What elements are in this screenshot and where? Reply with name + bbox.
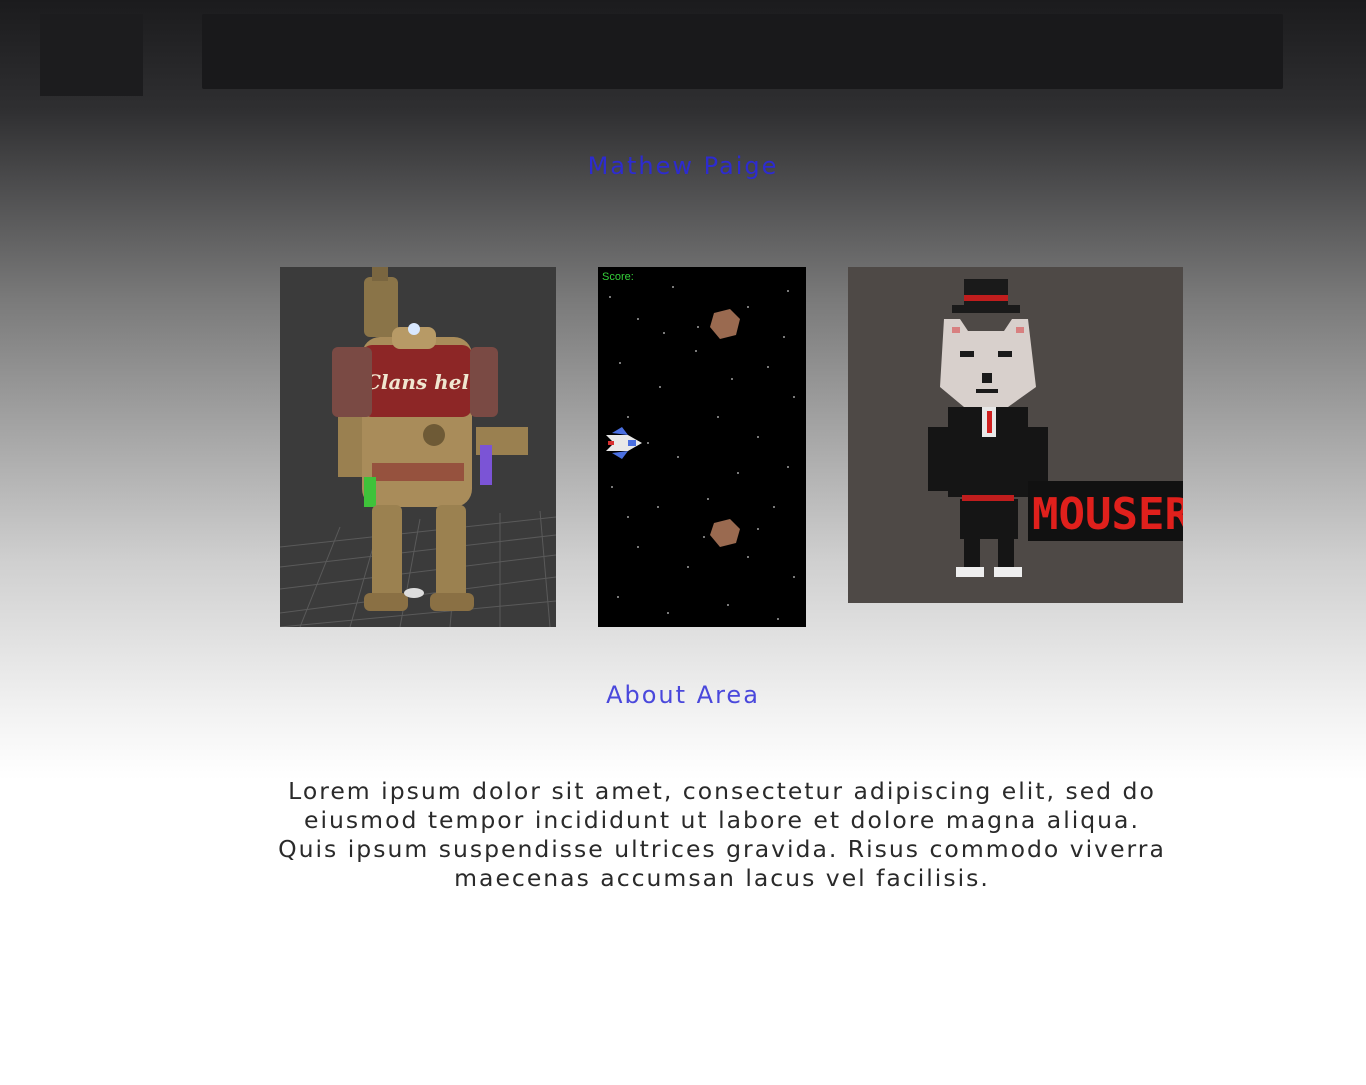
score-label: Score: [602, 271, 634, 283]
about-title: About Area [606, 681, 760, 709]
robot-render-icon: Clans hel [280, 267, 556, 627]
gallery-item-space-shooter[interactable]: Score: [598, 267, 806, 627]
site-title: Mathew Paige [587, 152, 779, 180]
about-body: Lorem ipsum dolor sit amet, consectetur … [278, 777, 1166, 892]
gallery-item-mouser[interactable]: MOUSER [848, 267, 1183, 603]
logo-placeholder[interactable] [40, 14, 143, 96]
pixel-cat-icon: MOUSER [848, 267, 1183, 603]
navigation-bar[interactable] [202, 14, 1283, 89]
space-shooter-icon: Score: [598, 267, 806, 627]
robot-label-text: Clans hel [365, 370, 470, 394]
mouser-sign-text: MOUSER [1032, 489, 1183, 540]
gallery-item-robot[interactable]: Clans hel [280, 267, 556, 627]
